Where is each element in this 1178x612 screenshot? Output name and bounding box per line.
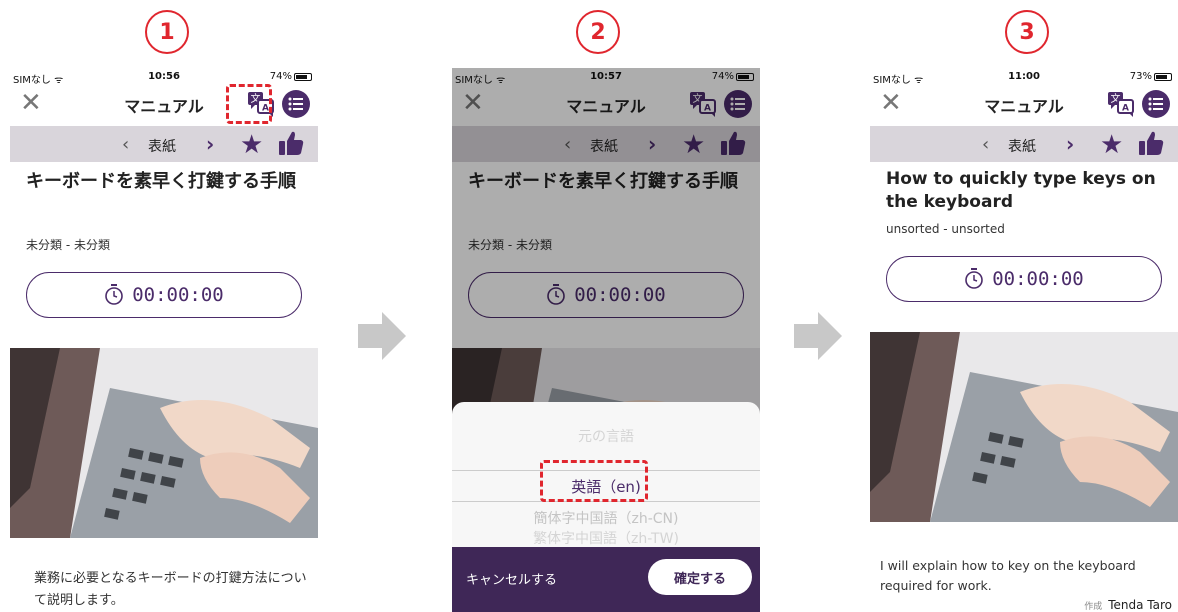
chevron-right-icon[interactable]: › [206,132,214,156]
arrow-right-icon [794,312,842,360]
category-label: 未分類 - 未分類 [26,238,110,252]
timer-value: 00:00:00 [992,268,1084,290]
thumbs-up-icon[interactable] [278,130,304,156]
author-label: 作成 [1084,602,1103,612]
manual-description: I will explain how to key on the keyboar… [880,558,1136,593]
manual-title: キーボードを素早く打鍵する手順 [26,171,296,192]
phone-screen-3: SIMなし ᯤ 11:00 73% ✕ マニュアル 文 A ‹ 表紙 › ★ H… [870,68,1178,612]
page-navigator: ‹ 表紙 › ★ [870,126,1178,162]
step-number-3: 3 [1005,10,1049,54]
step-number-2: 2 [576,10,620,54]
category-label: unsorted - unsorted [886,222,1005,236]
picker-option[interactable]: 元の言語 [452,426,760,446]
selection-highlight [540,460,648,502]
list-menu-icon[interactable] [282,90,310,118]
translate-icon[interactable]: 文 A [1106,90,1136,118]
page-label: 表紙 [1008,139,1036,155]
phone-screen-2: SIMなし ᯤ 10:57 74% ✕ マニュアル 文 A ‹ 表紙 › ★ キ… [452,68,760,612]
stopwatch-icon [965,268,984,289]
timer-button[interactable]: 00:00:00 [886,256,1162,302]
language-picker-sheet: 元の言語 英語（en) 簡体字中国語（zh-CN) 繁体字中国語（zh-TW) … [452,402,760,612]
chevron-left-icon[interactable]: ‹ [122,134,129,155]
translate-highlight [226,84,272,124]
cancel-button[interactable]: キャンセルする [466,569,557,588]
battery-indicator: 73% [1130,71,1172,82]
manual-title: How to quickly type keys on the keyboard [886,169,1156,212]
star-icon[interactable]: ★ [240,130,263,160]
step-number-1: 1 [145,10,189,54]
arrow-right-icon [358,312,406,360]
star-icon[interactable]: ★ [1100,130,1123,160]
sheet-footer: キャンセルする 確定する [452,547,760,612]
timer-value: 00:00:00 [132,284,224,306]
manual-description: 業務に必要となるキーボードの打鍵方法について説明します。 [34,571,307,608]
thumbs-up-icon[interactable] [1138,130,1164,156]
nav-bar: ✕ マニュアル 文 A [870,86,1178,124]
page-navigator: ‹ 表紙 › ★ [10,126,318,162]
battery-indicator: 74% [270,71,312,82]
phone-screen-1: SIMなし ᯤ 10:56 74% ✕ マニュアル 文 A ‹ 表紙 › ★ キ… [10,68,318,612]
author-name: Tenda Taro [1108,598,1172,612]
chevron-right-icon[interactable]: › [1066,132,1074,156]
keyboard-photo [870,332,1178,522]
battery-icon [1154,72,1172,81]
status-bar: SIMなし ᯤ 10:56 74% [10,68,318,86]
svg-text:A: A [1122,104,1129,114]
page-label: 表紙 [148,139,176,155]
stopwatch-icon [105,284,124,305]
list-menu-icon[interactable] [1142,90,1170,118]
picker-option[interactable]: 簡体字中国語（zh-CN) [452,508,760,528]
confirm-button[interactable]: 確定する [648,559,752,595]
battery-icon [294,72,312,81]
author-line: 作成 Tenda Taro [1084,598,1172,612]
picker-option[interactable]: 繁体字中国語（zh-TW) [452,528,760,548]
chevron-left-icon[interactable]: ‹ [982,134,989,155]
status-bar: SIMなし ᯤ 11:00 73% [870,68,1178,86]
keyboard-photo [10,348,318,538]
timer-button[interactable]: 00:00:00 [26,272,302,318]
